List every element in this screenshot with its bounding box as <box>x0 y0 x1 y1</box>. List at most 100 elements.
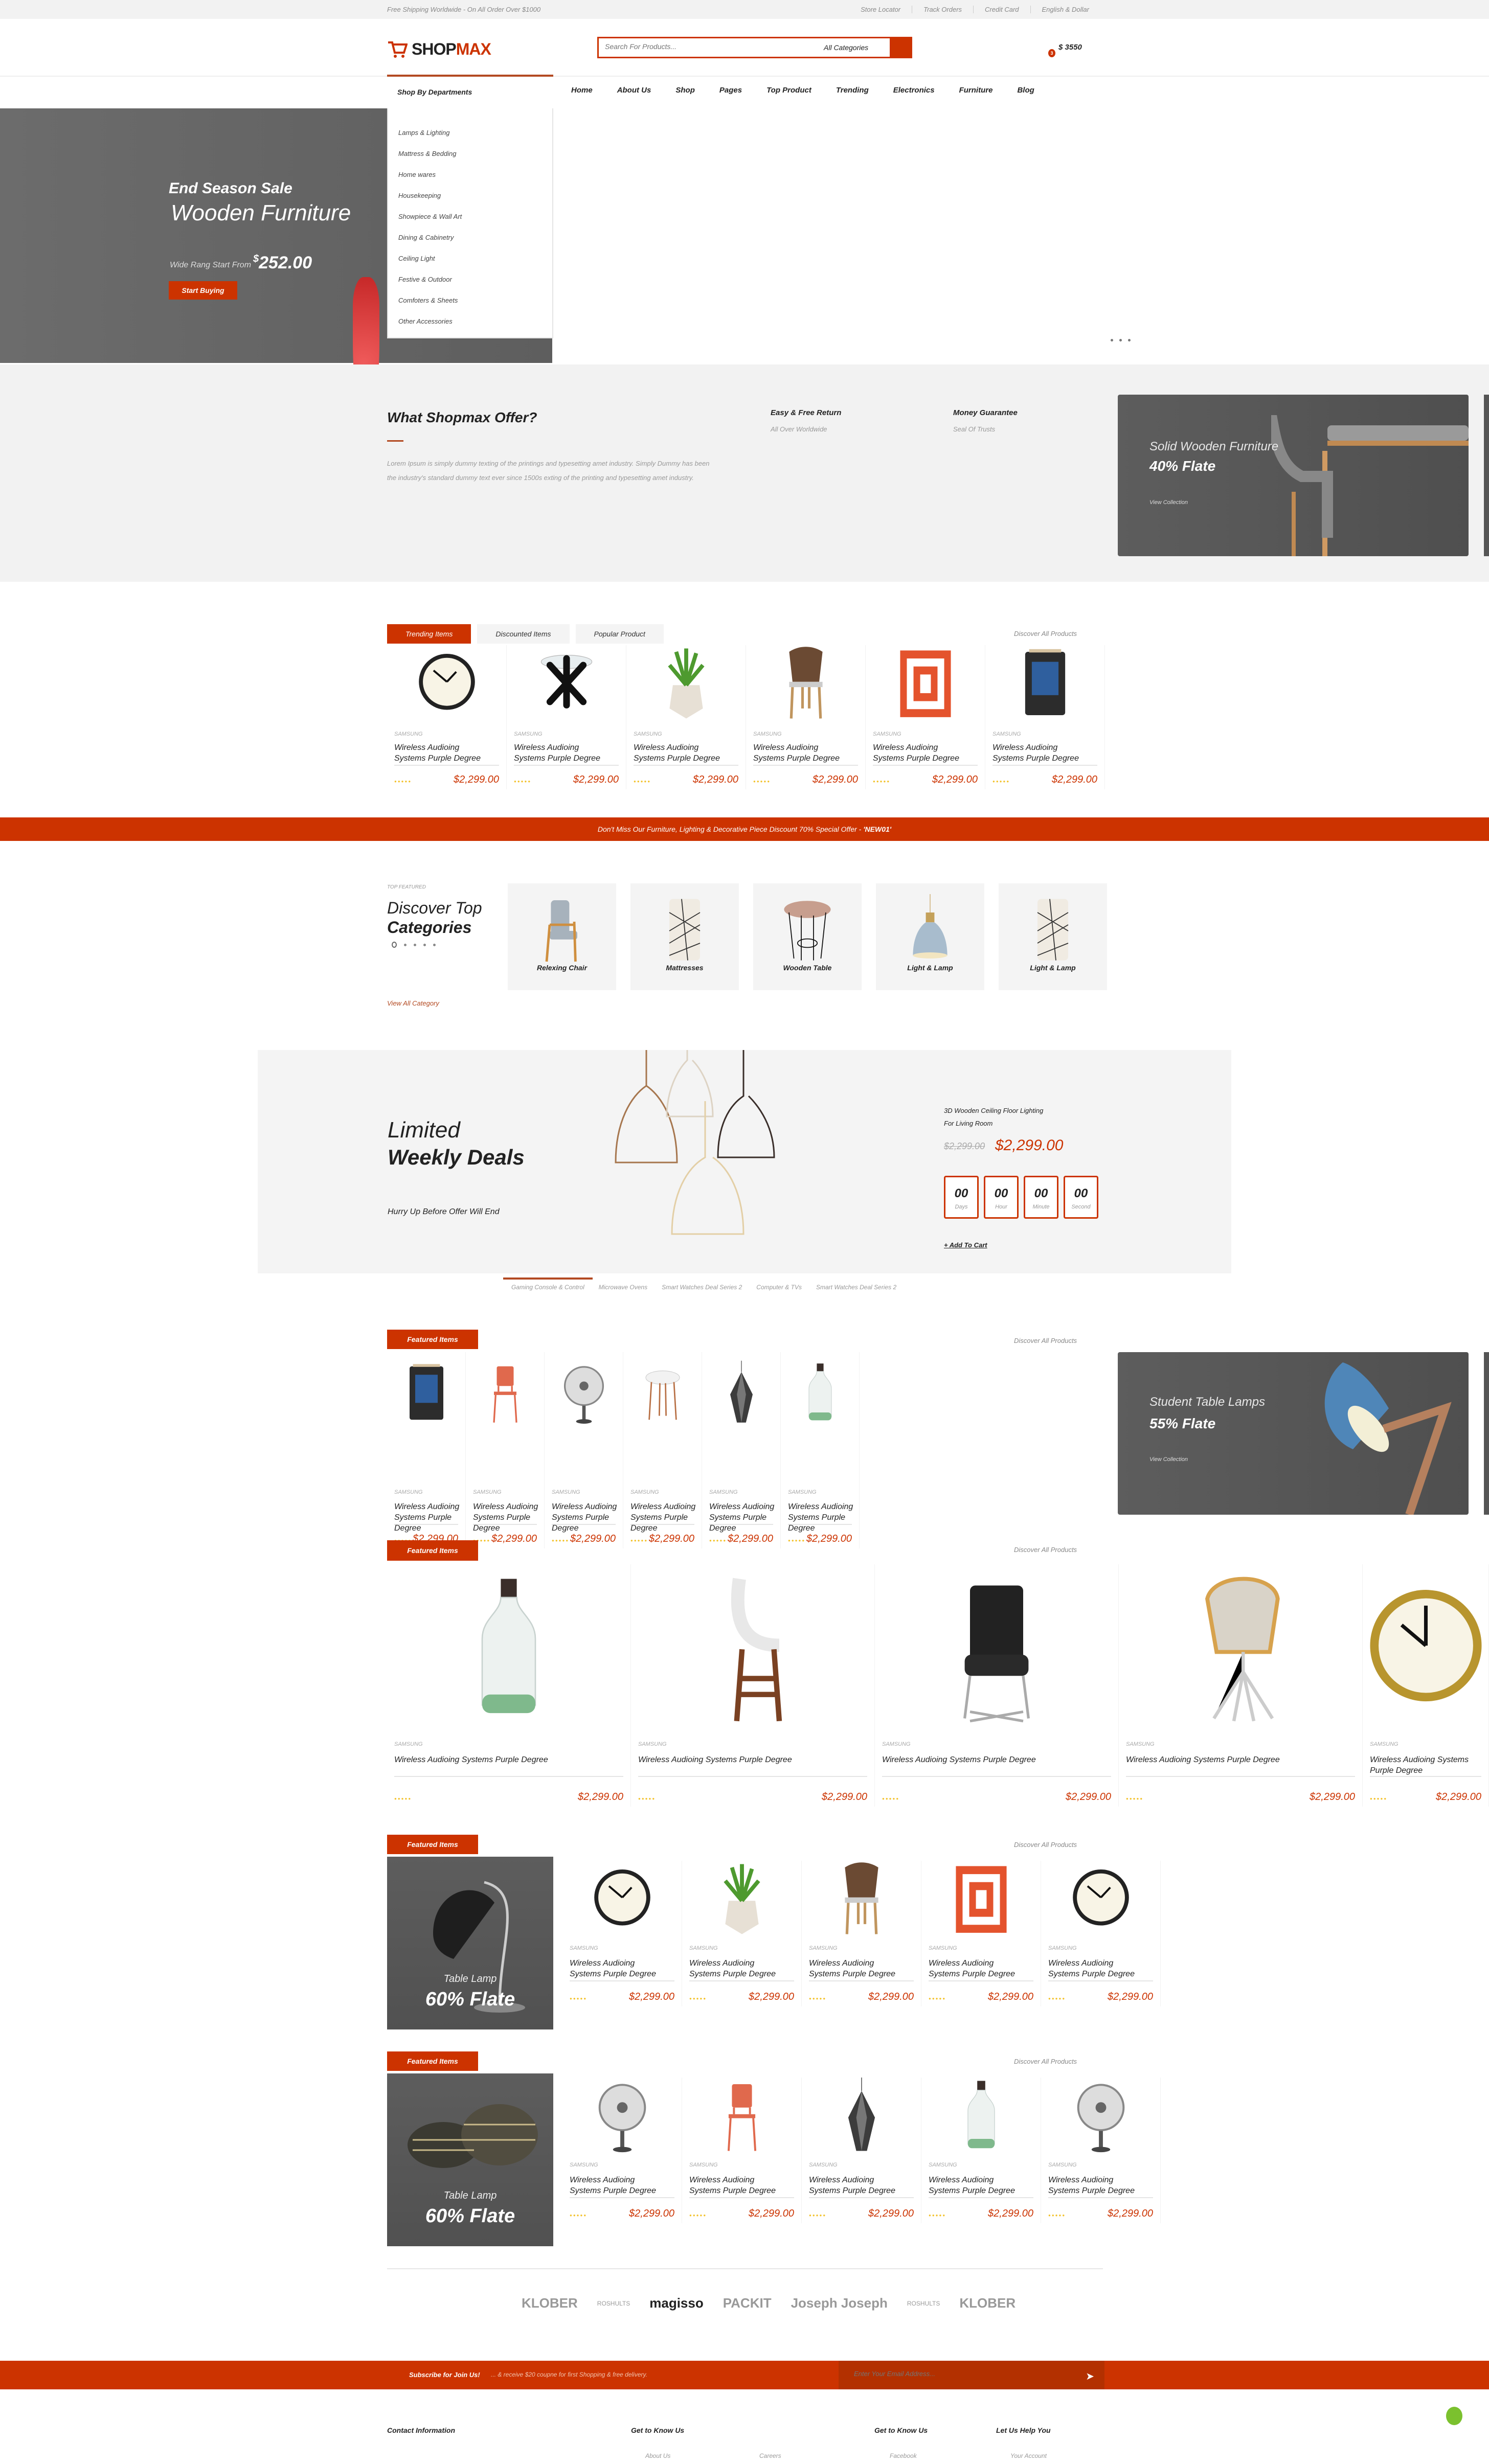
product-image[interactable] <box>781 1352 859 1434</box>
product-image[interactable] <box>682 2078 801 2154</box>
product-image[interactable] <box>562 1861 682 1937</box>
product-image[interactable] <box>1363 1564 1488 1733</box>
product-name[interactable]: Wireless Audioing Systems Purple Degree <box>473 1501 542 1534</box>
product-card[interactable]: SAMSUNG Wireless Audioing Systems Purple … <box>682 2078 802 2223</box>
footer-link-account[interactable]: Your Account <box>1010 2452 1047 2459</box>
language-currency-link[interactable]: English & Dollar <box>1030 6 1101 13</box>
table-lamp-banner[interactable]: Table Lamp 60% Flate <box>387 2073 553 2246</box>
product-name[interactable]: Wireless Audioing Systems Purple Degree <box>753 742 845 764</box>
solid-wooden-banner[interactable]: Solid Wooden Furniture 40% Flate View Co… <box>1118 395 1469 556</box>
nav-item-about-us[interactable]: About Us <box>617 86 651 95</box>
product-card[interactable]: SAMSUNG Wireless Audioing Systems Purple … <box>387 645 507 789</box>
chat-bubble-button[interactable] <box>1446 2407 1462 2425</box>
deal-tab[interactable]: Smart Watches Deal Series 2 <box>816 1281 896 1291</box>
product-image[interactable] <box>802 1861 921 1937</box>
discover-all-link[interactable]: Discover All Products <box>1014 2058 1077 2065</box>
nav-item-trending[interactable]: Trending <box>836 86 869 95</box>
product-name[interactable]: Wireless Audioing Systems Purple Degree <box>709 1501 778 1534</box>
category-select[interactable]: All Categories <box>824 43 868 52</box>
product-image[interactable] <box>387 1352 465 1434</box>
featured-items-label[interactable]: Featured Items <box>387 2051 478 2071</box>
department-item[interactable]: Festive & Outdoor <box>398 276 452 283</box>
slide-dot[interactable] <box>1111 339 1113 341</box>
pager-dot[interactable] <box>433 943 436 946</box>
product-image[interactable] <box>985 645 1104 722</box>
deal-tab[interactable]: Microwave Ovens <box>599 1281 647 1291</box>
shop-by-departments-button[interactable]: Shop By Departments <box>397 88 472 96</box>
product-image[interactable] <box>1041 1861 1160 1937</box>
tab-discounted-items[interactable]: Discounted Items <box>477 624 570 644</box>
product-image[interactable] <box>545 1352 623 1434</box>
cart[interactable]: 3 $ 3550 <box>1048 43 1082 57</box>
product-name[interactable]: Wireless Audioing Systems Purple Degree <box>1370 1754 1486 1776</box>
product-name[interactable]: Wireless Audioing Systems Purple Degree <box>788 1501 856 1534</box>
credit-card-link[interactable]: Credit Card <box>973 6 1030 13</box>
product-image[interactable] <box>507 645 626 722</box>
product-image[interactable] <box>466 1352 544 1434</box>
department-item[interactable]: Home wares <box>398 171 436 178</box>
pager-dot[interactable] <box>392 942 397 948</box>
category-card[interactable]: Wooden Table <box>753 883 862 990</box>
featured-items-label[interactable]: Featured Items <box>387 1835 478 1854</box>
product-name[interactable]: Wireless Audioing Systems Purple Degree <box>689 2175 781 2196</box>
product-name[interactable]: Wireless Audioing Systems Purple Degree <box>552 1501 620 1534</box>
product-card[interactable]: SAMSUNG Wireless Audioing Systems Purple … <box>1119 1564 1363 1807</box>
product-name[interactable]: Wireless Audioing Systems Purple Degree <box>570 2175 662 2196</box>
category-card[interactable]: Relexing Chair <box>508 883 616 990</box>
tab-popular-product[interactable]: Popular Product <box>575 624 664 644</box>
nav-item-furniture[interactable]: Furniture <box>959 86 993 95</box>
logo[interactable]: SHOP MAX <box>387 40 491 59</box>
product-image[interactable] <box>623 1352 702 1434</box>
discover-all-link[interactable]: Discover All Products <box>1014 1337 1077 1344</box>
product-card[interactable]: SAMSUNG Wireless Audioing Systems Purple … <box>562 1861 682 2006</box>
product-name[interactable]: Wireless Audioing Systems Purple Degree <box>638 1754 872 1765</box>
footer-link-careers[interactable]: Careers <box>759 2452 781 2459</box>
brand-logo-roshults[interactable]: ROSHULTS <box>597 2300 630 2307</box>
product-name[interactable]: Wireless Audioing Systems Purple Degree <box>929 1958 1021 1979</box>
product-name[interactable]: Wireless Audioing Systems Purple Degree <box>992 742 1085 764</box>
brand-logo-joseph-joseph[interactable]: Joseph Joseph <box>791 2295 888 2311</box>
nav-item-electronics[interactable]: Electronics <box>893 86 935 95</box>
product-card[interactable]: SAMSUNG Wireless Audioing Systems Purple … <box>866 645 985 789</box>
nav-item-shop[interactable]: Shop <box>675 86 695 95</box>
category-card[interactable]: Light & Lamp <box>999 883 1107 990</box>
view-all-category-link[interactable]: View All Category <box>387 999 439 1007</box>
product-image[interactable] <box>921 2078 1041 2154</box>
product-name[interactable]: Wireless Audioing Systems Purple Degree <box>1126 1754 1360 1765</box>
product-card[interactable]: SAMSUNG Wireless Audioing Systems Purple … <box>875 1564 1119 1807</box>
product-name[interactable]: Wireless Audioing Systems Purple Degree <box>394 742 486 764</box>
product-image[interactable] <box>875 1564 1118 1733</box>
view-collection-link[interactable]: View Collection <box>1149 1456 1188 1463</box>
product-name[interactable]: Wireless Audioing Systems Purple Degree <box>929 2175 1021 2196</box>
product-name[interactable]: Wireless Audioing Systems Purple Degree <box>1048 2175 1140 2196</box>
product-name[interactable]: Wireless Audioing Systems Purple Degree <box>689 1958 781 1979</box>
discover-all-link[interactable]: Discover All Products <box>1014 1841 1077 1849</box>
product-card[interactable]: SAMSUNG Wireless Audioing Systems Purple … <box>682 1861 802 2006</box>
product-card[interactable]: SAMSUNG Wireless Audioing Systems Purple … <box>802 1861 921 2006</box>
product-card[interactable]: SAMSUNG Wireless Audioing Systems Purple … <box>802 2078 921 2223</box>
product-card[interactable]: SAMSUNG Wireless Audioing Systems Purple … <box>507 645 626 789</box>
view-collection-link[interactable]: View Collection <box>1149 499 1188 506</box>
product-card[interactable]: SAMSUNG Wireless Audioing Systems Purple … <box>702 1352 781 1548</box>
brand-logo-magisso[interactable]: magisso <box>649 2295 704 2311</box>
department-item[interactable]: Other Accessories <box>398 317 453 325</box>
table-lamp-banner[interactable]: Table Lamp 60% Flate <box>387 1857 553 2029</box>
department-item[interactable]: Dining & Cabinetry <box>398 234 454 241</box>
start-buying-button[interactable]: Start Buying <box>169 281 237 300</box>
track-orders-link[interactable]: Track Orders <box>912 6 973 13</box>
search-input[interactable] <box>605 42 799 51</box>
product-card[interactable]: SAMSUNG Wireless Audioing Systems Purple … <box>562 2078 682 2223</box>
search-button[interactable] <box>890 37 912 58</box>
product-card[interactable]: SAMSUNG Wireless Audioing Systems Purple … <box>985 645 1105 789</box>
department-item[interactable]: Lamps & Lighting <box>398 129 449 136</box>
product-image[interactable] <box>746 645 865 722</box>
student-lamps-banner[interactable]: Student Table Lamps 55% Flate View Colle… <box>1118 1352 1469 1515</box>
product-name[interactable]: Wireless Audioing Systems Purple Degree <box>514 742 606 764</box>
add-to-cart-link[interactable]: + Add To Cart <box>944 1241 987 1249</box>
category-card[interactable]: Light & Lamp <box>876 883 984 990</box>
nav-item-home[interactable]: Home <box>571 86 593 95</box>
tab-trending-items[interactable]: Trending Items <box>387 624 471 644</box>
store-locator-link[interactable]: Store Locator <box>849 6 912 13</box>
send-icon[interactable]: ➤ <box>1086 2370 1094 2383</box>
product-image[interactable] <box>1041 2078 1160 2154</box>
